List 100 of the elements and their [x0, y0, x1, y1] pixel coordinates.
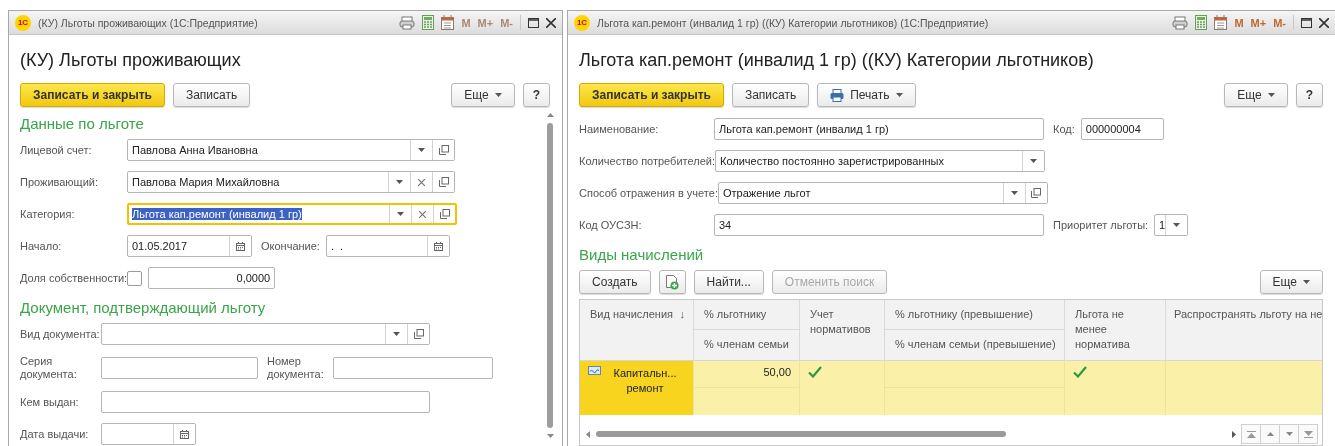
column-header[interactable]: % льготнику: [694, 300, 800, 330]
column-header[interactable]: % членам семьи: [694, 330, 800, 360]
dropdown-field[interactable]: Льгота кап.ремонт (инвалид 1 гр): [127, 203, 457, 225]
date-field[interactable]: [101, 423, 196, 445]
open-icon: [1031, 188, 1042, 198]
caret-icon: [1267, 93, 1275, 97]
column-header[interactable]: Вид начисления ↓: [580, 300, 694, 360]
column-header[interactable]: % членам семьи (превышение): [885, 330, 1065, 360]
input-field[interactable]: [333, 357, 493, 379]
maximize-icon: [528, 17, 539, 28]
save-close-button[interactable]: Записать и закрыть: [20, 83, 165, 107]
column-header[interactable]: Льгота не менее норматива: [1065, 300, 1166, 360]
more-button[interactable]: Еще: [451, 83, 515, 107]
up-arrow-icon: [546, 113, 554, 117]
field-label: Проживающий:: [20, 175, 99, 189]
open-icon: [438, 145, 449, 155]
dropdown-field[interactable]: [101, 323, 430, 345]
save-button[interactable]: Записать: [172, 83, 251, 107]
date-field[interactable]: 01.05.2017: [127, 235, 252, 257]
form-title: Льгота кап.ремонт (инвалид 1 гр) ((КУ) Категории льготников): [579, 49, 1095, 71]
input-field[interactable]: 34: [714, 214, 1044, 236]
toolbar-button[interactable]: Найти...: [693, 270, 764, 294]
up-button[interactable]: [1260, 424, 1280, 444]
help-button[interactable]: ?: [1295, 83, 1323, 107]
input-field[interactable]: Льгота кап.ремонт (инвалид 1 гр): [714, 118, 1044, 140]
field-label: Кем выдан:: [20, 395, 80, 409]
cell-text: Капитальн... ремонт: [612, 366, 678, 396]
add-button[interactable]: [658, 270, 686, 294]
section-heading: Данные по льготе: [20, 115, 145, 133]
calendar-button[interactable]: [426, 236, 449, 256]
table-cell: 50,00: [694, 361, 800, 388]
first-button[interactable]: [1241, 424, 1261, 444]
section-heading: Документ, подтверждающий льготу: [20, 299, 267, 317]
section-heading: Виды начислений: [579, 246, 705, 264]
down-arrow-icon: [1285, 432, 1293, 436]
dropdown-button[interactable]: [1021, 151, 1044, 171]
field-label: Категория:: [20, 207, 76, 221]
last-button[interactable]: [1298, 424, 1318, 444]
field-label: Лицевой счет:: [20, 143, 93, 157]
caret-icon: [393, 332, 400, 336]
caret-icon: [397, 212, 404, 216]
field-label: Номер документа:: [267, 355, 325, 381]
add-document-icon: [665, 274, 679, 290]
right-arrow-icon: [1232, 430, 1236, 438]
field-label: Количество потребителей:: [579, 154, 715, 168]
close-icon: [1319, 17, 1329, 28]
input-field[interactable]: [101, 391, 430, 413]
first-icon: [1246, 430, 1256, 438]
more-button[interactable]: Еще: [1259, 270, 1323, 294]
dropdown-field[interactable]: Отражение льгот: [717, 182, 1048, 204]
dropdown-field[interactable]: 1: [1154, 214, 1189, 236]
calendar-button[interactable]: [229, 236, 251, 256]
down-button[interactable]: [1279, 424, 1299, 444]
caret-icon: [494, 93, 502, 97]
input-field[interactable]: 000000004: [1080, 118, 1164, 140]
caret-icon: [1010, 191, 1018, 195]
field-label: Окончание:: [261, 239, 320, 253]
open-button[interactable]: [1024, 183, 1047, 203]
calendar-button[interactable]: [173, 424, 195, 444]
table-row[interactable]: Капитальн... ремонт 50,00: [580, 361, 1322, 415]
open-button[interactable]: [407, 324, 429, 344]
close-icon: [546, 17, 556, 28]
date-field[interactable]: . .: [325, 235, 450, 257]
more-button[interactable]: Еще: [1224, 83, 1288, 107]
input-field[interactable]: [101, 357, 258, 379]
calendar-icon: [441, 15, 455, 30]
calendar-icon: [236, 241, 245, 251]
printer-icon: [399, 15, 416, 30]
maximize-icon: [1301, 17, 1312, 28]
field-label: Код ОУСЗН:: [579, 218, 643, 232]
left-arrow-icon: [586, 430, 590, 438]
caret-icon: [1029, 159, 1037, 163]
caret-icon: [418, 148, 425, 152]
caret-icon: [1173, 223, 1181, 227]
open-button[interactable]: [432, 140, 454, 160]
app-logo: 1С: [15, 14, 31, 31]
dropdown-field[interactable]: Павлова Анна Ивановна: [127, 139, 455, 161]
field-label: Наименование:: [579, 122, 660, 136]
save-button[interactable]: Записать: [731, 83, 810, 107]
column-header[interactable]: Учет нормативов: [800, 300, 885, 360]
checkbox[interactable]: [127, 270, 143, 286]
save-close-button[interactable]: Записать и закрыть: [579, 83, 724, 107]
open-icon: [439, 209, 450, 219]
input-field[interactable]: 0,0000: [148, 267, 276, 289]
calendar-icon: [180, 429, 189, 439]
column-header[interactable]: Распространять льготу на не: [1166, 300, 1322, 360]
dropdown-field[interactable]: Павлова Мария Михайловна: [127, 171, 455, 193]
dropdown-button[interactable]: [1165, 215, 1188, 235]
help-button[interactable]: ?: [522, 83, 550, 107]
open-button[interactable]: [432, 172, 454, 192]
up-arrow-icon: [1266, 432, 1274, 436]
open-icon: [438, 177, 449, 187]
field-label: Доля собственности:: [20, 271, 128, 285]
caret-icon: [895, 93, 903, 97]
clear-icon: [418, 178, 425, 186]
sort-arrow: ↓: [679, 307, 685, 322]
column-header[interactable]: % льготнику (превышение): [885, 300, 1065, 330]
dropdown-field[interactable]: Количество постоянно зарегистрированных: [714, 150, 1045, 172]
print-button[interactable]: Печать: [817, 83, 916, 107]
toolbar-button[interactable]: Создать: [579, 270, 651, 294]
